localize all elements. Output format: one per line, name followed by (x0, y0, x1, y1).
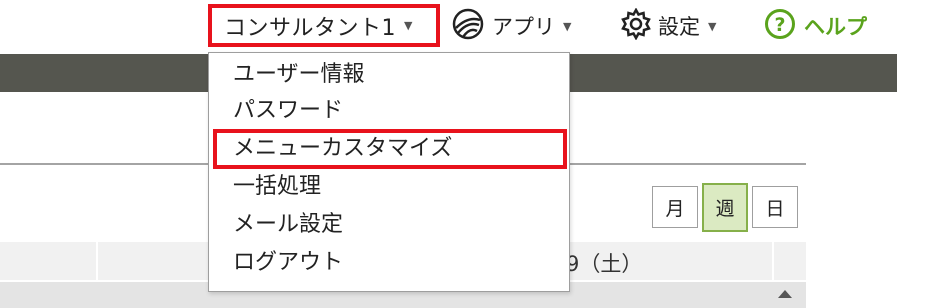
help-button[interactable]: ? ヘルプ (764, 8, 867, 44)
highlight-box (213, 129, 567, 169)
page: コンサルタント1 ▼ アプリ ▼ 設定 ▼ ? ヘルプ 月 週 日 9（土） ユ… (0, 0, 927, 308)
apps-menu-button[interactable]: アプリ ▼ (452, 8, 571, 44)
top-header: コンサルタント1 ▼ アプリ ▼ 設定 ▼ ? ヘルプ (0, 0, 927, 52)
user-menu-button[interactable]: コンサルタント1 ▼ (208, 4, 440, 47)
scroll-up-arrow-icon[interactable] (778, 290, 792, 298)
header-separator (772, 242, 774, 280)
caret-down-icon: ▼ (404, 19, 413, 32)
menu-item-password[interactable]: パスワード (233, 93, 343, 129)
help-label: ヘルプ (804, 15, 867, 39)
caret-down-icon: ▼ (708, 19, 717, 33)
user-menu-label: コンサルタント1 (224, 15, 396, 41)
gear-icon (620, 7, 652, 44)
menu-item-mail-settings[interactable]: メール設定 (233, 207, 343, 243)
header-separator (96, 242, 98, 280)
calendar-view-switcher: 月 週 日 (652, 183, 802, 232)
menu-item-bulk-process[interactable]: 一括処理 (233, 169, 321, 205)
menu-item-logout[interactable]: ログアウト (233, 245, 343, 281)
help-circle-icon: ? (764, 8, 796, 44)
view-month-button[interactable]: 月 (652, 186, 698, 228)
caret-down-icon: ▼ (563, 19, 572, 33)
date-header-label: 9（土） (566, 252, 643, 276)
settings-menu-button[interactable]: 設定 ▼ (620, 7, 717, 44)
svg-text:?: ? (774, 14, 785, 36)
view-week-button[interactable]: 週 (702, 183, 748, 232)
app-globe-icon (452, 8, 484, 44)
apps-label: アプリ (492, 15, 555, 39)
menu-item-user-info[interactable]: ユーザー情報 (233, 57, 365, 93)
settings-label: 設定 (658, 15, 700, 39)
view-day-button[interactable]: 日 (752, 186, 798, 228)
user-dropdown-menu: ユーザー情報 パスワード メニューカスタマイズ 一括処理 メール設定 ログアウト (208, 52, 570, 292)
